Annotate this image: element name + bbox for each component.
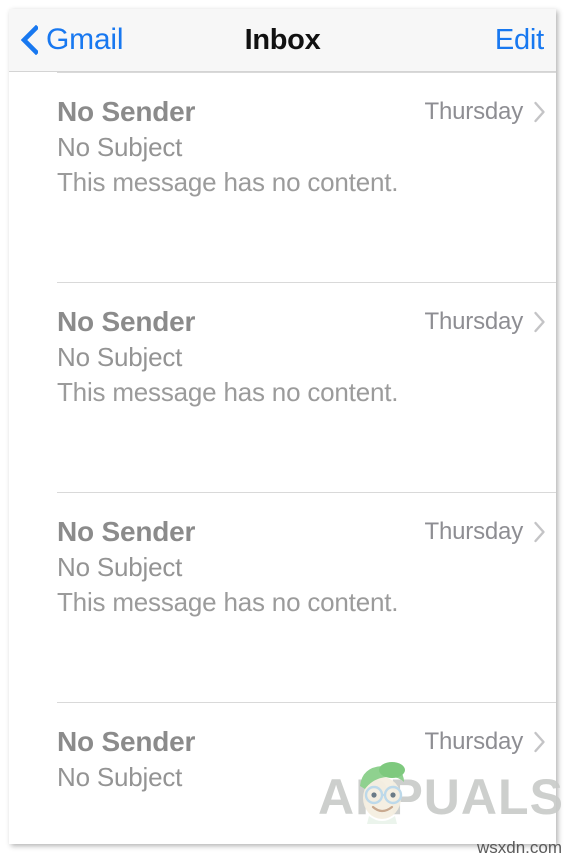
mail-subject: No Subject [57,761,183,792]
mail-list-item[interactable]: Thursday No Sender No Subject [9,702,556,844]
screenshot-canvas: Gmail Inbox Edit Thursday No Sender No S… [0,0,568,861]
mail-date: Thursday [424,98,524,125]
chevron-left-icon [20,24,40,56]
chevron-right-icon[interactable] [533,730,546,754]
navigation-bar: Gmail Inbox Edit [9,9,556,72]
mail-list-item[interactable]: Thursday No Sender No Subject This messa… [9,72,556,282]
mail-row-meta: Thursday [425,98,546,126]
chevron-right-icon[interactable] [533,100,546,124]
row-separator [57,702,556,703]
mail-row-meta: Thursday [425,308,546,336]
mail-date: Thursday [424,518,524,545]
mail-preview: This message has no content. [57,376,399,407]
chevron-right-icon[interactable] [533,310,546,334]
back-button-label: Gmail [46,23,124,56]
mail-row-meta: Thursday [425,518,546,546]
mail-date: Thursday [424,308,524,335]
mail-list-item[interactable]: Thursday No Sender No Subject This messa… [9,282,556,492]
row-separator [57,492,556,493]
mail-date: Thursday [424,728,524,755]
phone-screen: Gmail Inbox Edit Thursday No Sender No S… [9,9,556,844]
mail-preview: This message has no content. [57,586,399,617]
mail-list-item[interactable]: Thursday No Sender No Subject This messa… [9,492,556,702]
mail-preview: This message has no content. [57,166,399,197]
mail-row-meta: Thursday [425,728,546,756]
row-separator [57,72,556,73]
mail-subject: No Subject [57,131,183,162]
chevron-right-icon[interactable] [533,520,546,544]
row-separator [57,282,556,283]
back-to-gmail-button[interactable]: Gmail [20,9,124,71]
mail-subject: No Subject [57,341,183,372]
mail-list: Thursday No Sender No Subject This messa… [9,72,556,844]
mail-subject: No Subject [57,551,183,582]
edit-button[interactable]: Edit [495,9,544,71]
